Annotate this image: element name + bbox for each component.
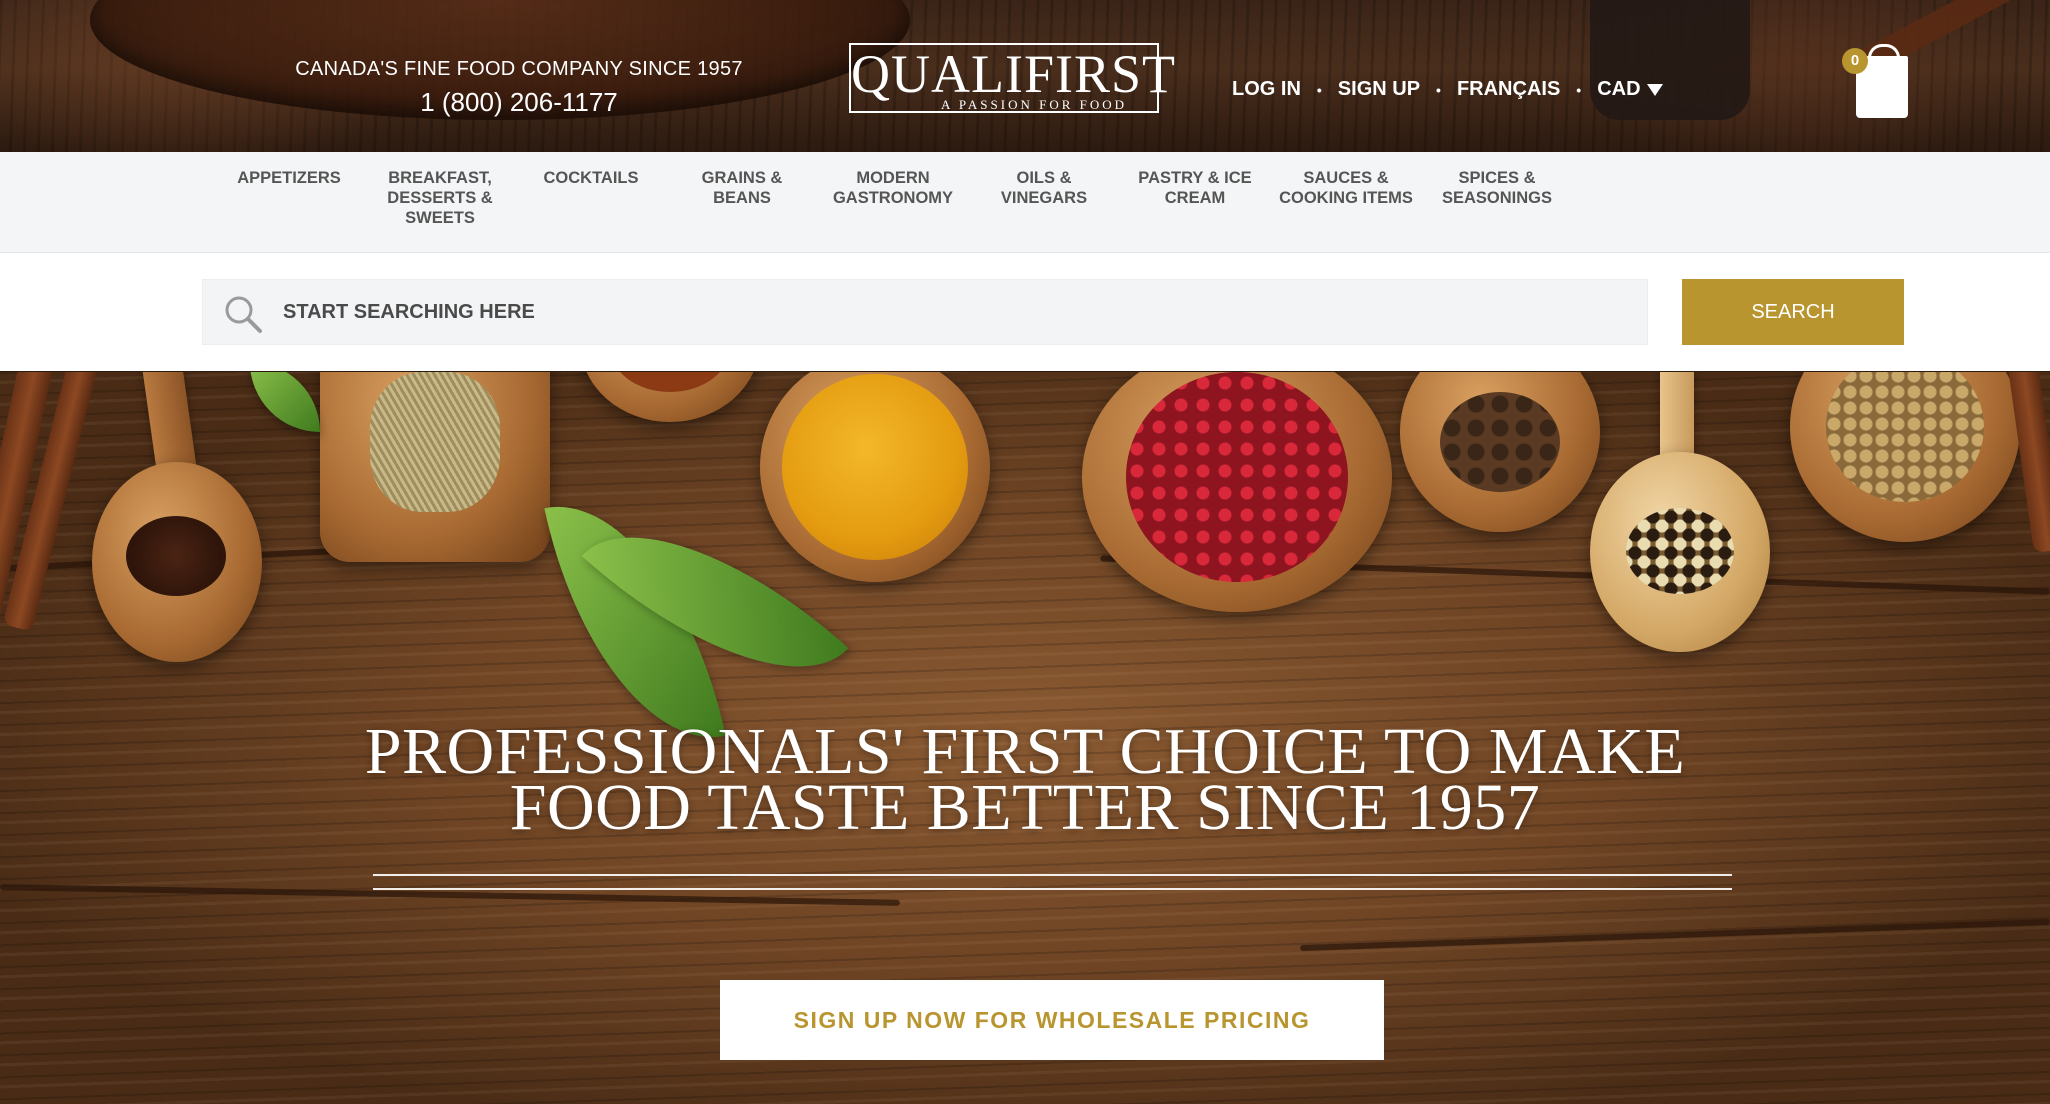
site-logo[interactable]: QUALIFIRST A PASSION FOR FOOD	[849, 43, 1177, 113]
currency-selector[interactable]: CAD	[1597, 78, 1663, 101]
search-box	[202, 279, 1648, 345]
logo-name: QUALIFIRST	[851, 44, 1177, 104]
category-sauces[interactable]: SAUCES & COOKING ITEMS	[1276, 168, 1416, 208]
company-tagline: CANADA'S FINE FOOD COMPANY SINCE 1957 1 …	[290, 58, 748, 118]
tagline-text: CANADA'S FINE FOOD COMPANY SINCE 1957	[295, 58, 743, 80]
search-bar: SEARCH	[0, 253, 2050, 371]
hero-divider	[373, 874, 1732, 876]
rosemary-scoop-image	[320, 372, 550, 562]
cart-count-badge: 0	[1842, 48, 1868, 74]
nav-separator: •	[1436, 81, 1441, 98]
currency-label: CAD	[1597, 78, 1641, 100]
category-appetizers[interactable]: APPETIZERS	[219, 168, 359, 188]
caret-down-icon	[1646, 83, 1663, 96]
turmeric-bowl-image	[760, 372, 990, 582]
category-oils[interactable]: OILS & VINEGARS	[974, 168, 1114, 208]
category-cocktails[interactable]: COCKTAILS	[521, 168, 661, 188]
login-link[interactable]: LOG IN	[1232, 78, 1301, 101]
category-spices[interactable]: SPICES & SEASONINGS	[1427, 168, 1567, 208]
clove-spoon-image	[92, 462, 262, 662]
language-link[interactable]: FRANÇAIS	[1457, 78, 1560, 101]
coriander-bowl-image	[1790, 372, 2020, 542]
allspice-spoon-image	[1400, 372, 1600, 532]
pink-peppercorn-bowl-image	[1082, 372, 1392, 612]
nav-separator: •	[1316, 81, 1322, 98]
cart-button[interactable]: 0	[1842, 44, 1912, 120]
category-grains[interactable]: GRAINS & BEANS	[672, 168, 812, 208]
search-icon	[225, 296, 262, 333]
search-button[interactable]: SEARCH	[1682, 279, 1904, 345]
signup-link[interactable]: SIGN UP	[1338, 78, 1420, 101]
wholesale-signup-button[interactable]: SIGN UP NOW FOR WHOLESALE PRICING	[720, 980, 1384, 1060]
peppercorn-spoon-image	[1590, 452, 1770, 652]
category-nav: APPETIZERS BREAKFAST, DESSERTS & SWEETS …	[0, 152, 2050, 253]
nav-separator: •	[1576, 81, 1582, 98]
hero-title: PROFESSIONALS' FIRST CHOICE TO MAKE FOOD…	[300, 719, 1750, 844]
header-background-mug	[1590, 0, 1750, 120]
wood-crack	[1300, 918, 2050, 952]
hero-banner: PROFESSIONALS' FIRST CHOICE TO MAKE FOOD…	[0, 372, 2050, 1104]
category-breakfast[interactable]: BREAKFAST, DESSERTS & SWEETS	[370, 168, 510, 228]
category-modern[interactable]: MODERN GASTRONOMY	[823, 168, 963, 208]
hero-title-line2: FOOD TASTE BETTER SINCE 1957	[509, 771, 1541, 844]
site-header: CANADA'S FINE FOOD COMPANY SINCE 1957 1 …	[0, 0, 2050, 152]
spice-bowl-image	[580, 372, 760, 422]
search-input[interactable]	[283, 280, 1623, 344]
phone-number[interactable]: 1 (800) 206-1177	[290, 87, 748, 118]
herb-leaf-image	[250, 372, 320, 432]
category-pastry[interactable]: PASTRY & ICE CREAM	[1125, 168, 1265, 208]
hero-divider	[373, 888, 1732, 890]
account-nav: LOG IN • SIGN UP • FRANÇAIS • CAD	[1232, 78, 1663, 101]
